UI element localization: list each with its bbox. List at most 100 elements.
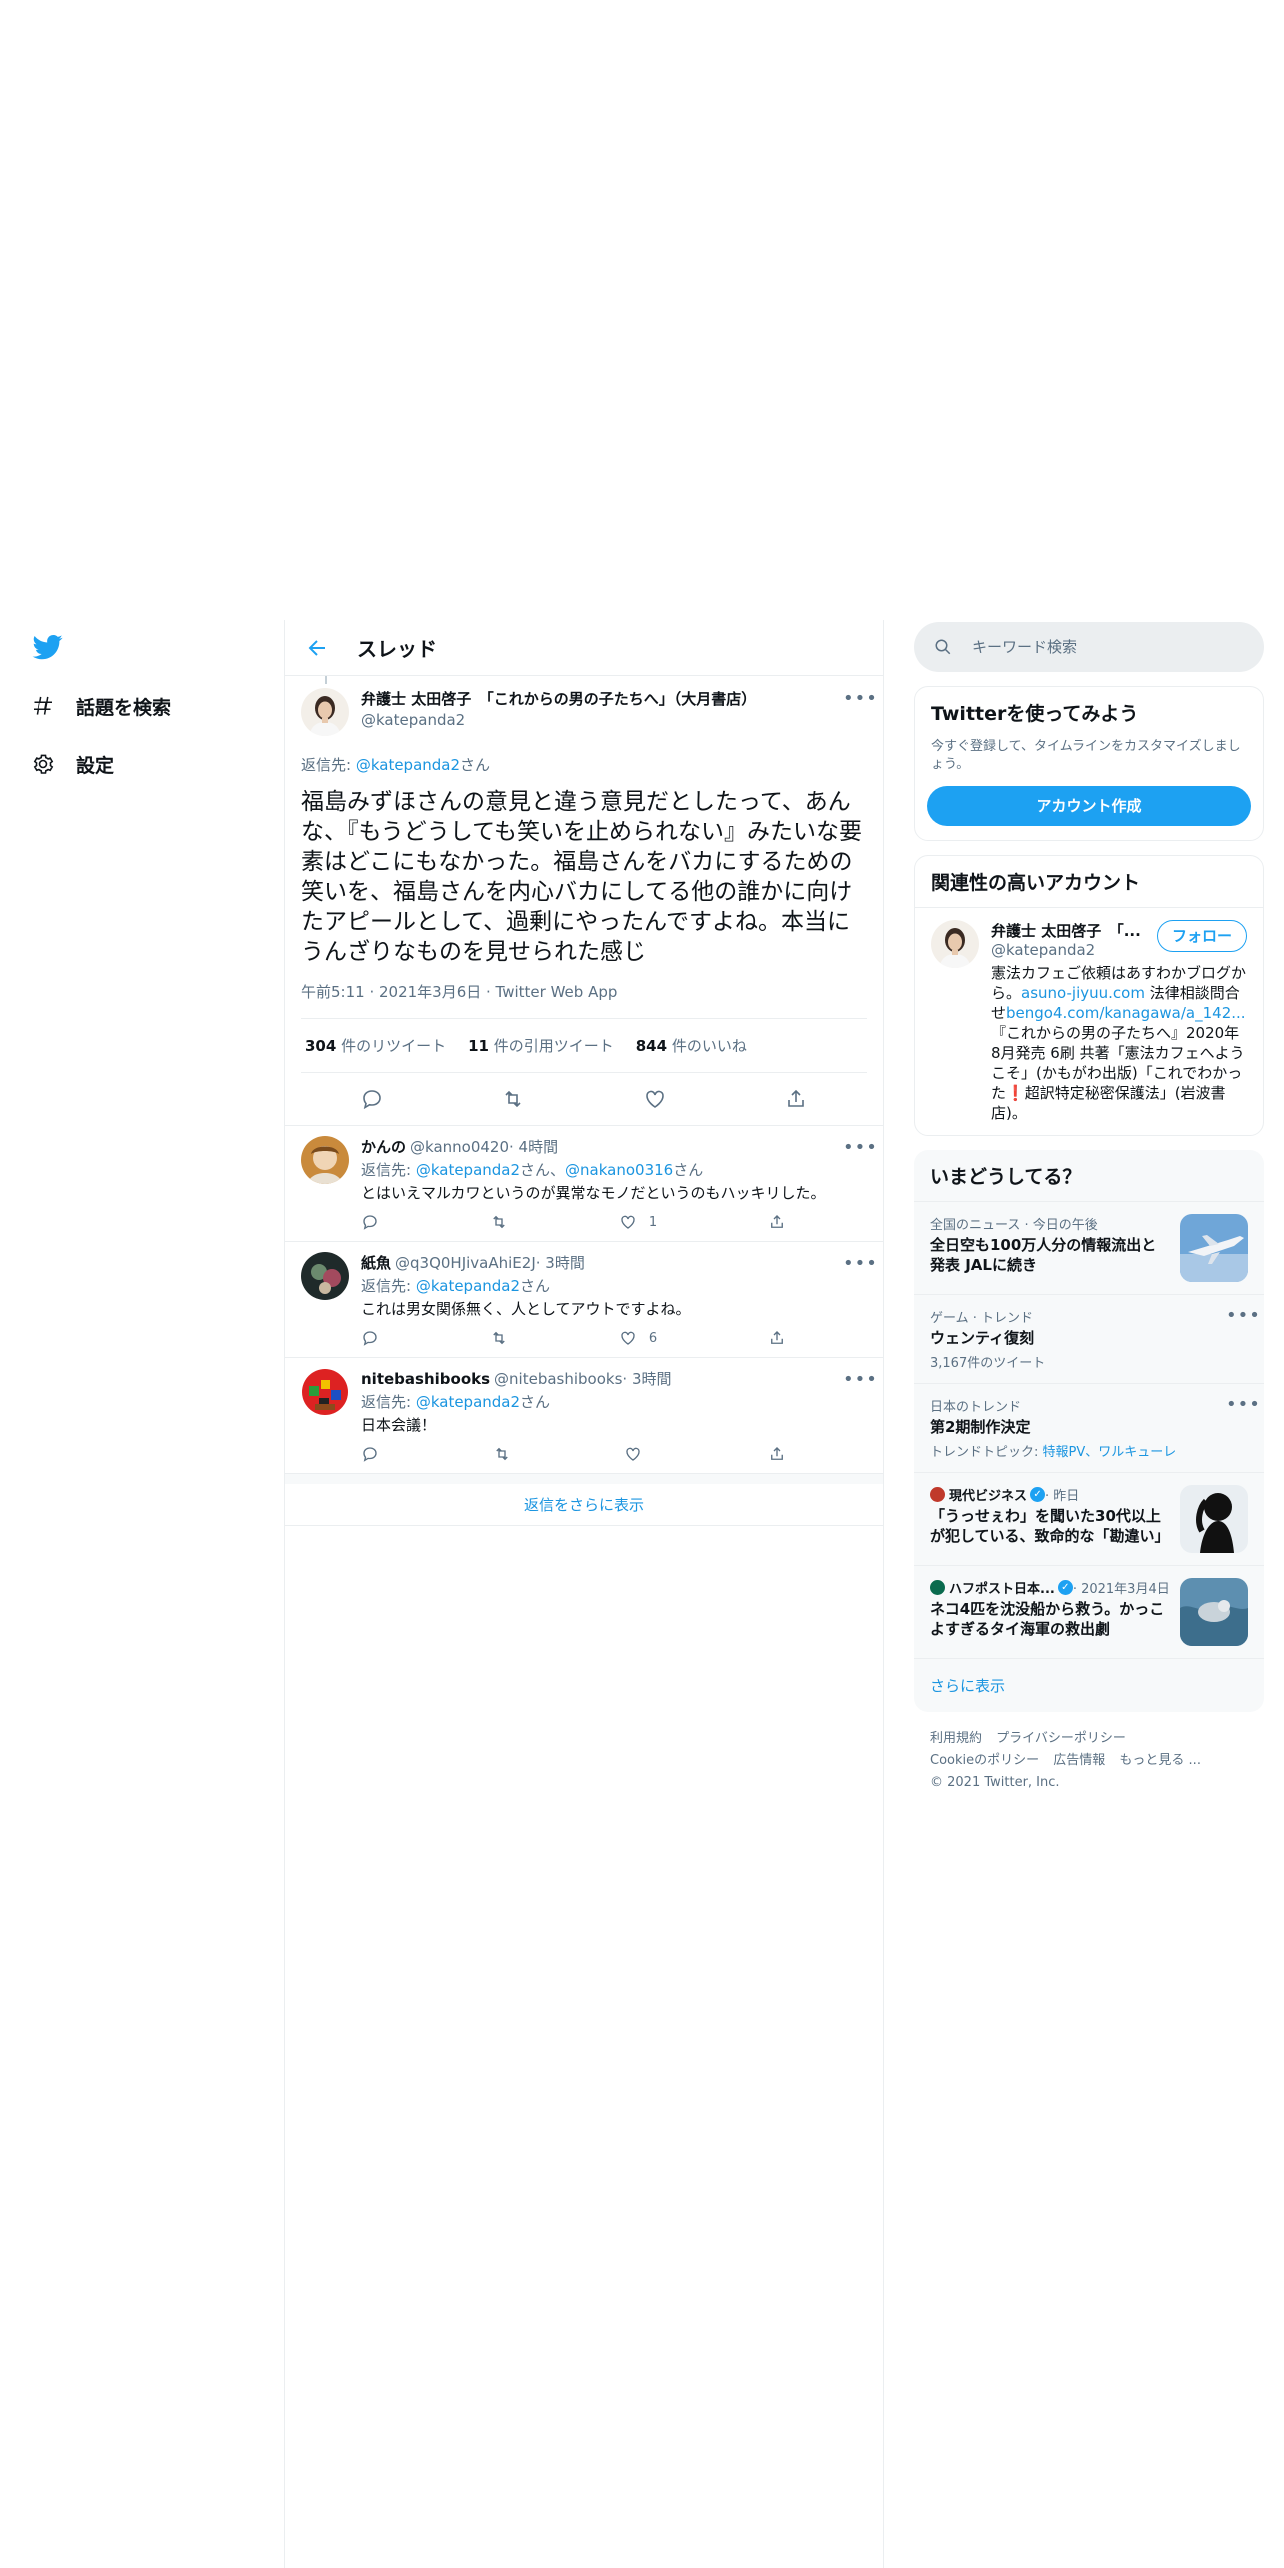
nav-settings[interactable]: 設定	[30, 744, 114, 784]
trend-title: 全日空も100万人分の情報流出と発表 JALに続き	[930, 1236, 1157, 1274]
trend-item[interactable]: 現代ビジネス ✓ · 昨日 「うっせぇわ」を聞いた30代以上が犯している、致命的な…	[914, 1472, 1264, 1565]
trend-title: ウェンティ復刻	[930, 1329, 1035, 1347]
retweet-icon	[493, 1331, 505, 1345]
trend-item[interactable]: 全国のニュース · 今日の午後 全日空も100万人分の情報流出と発表 JALに続…	[914, 1201, 1264, 1294]
signup-card: Twitterを使ってみよう 今すぐ登録して、タイムラインをカスタマイズしましょ…	[914, 686, 1264, 841]
reply-time[interactable]: · 3時間	[622, 1368, 671, 1389]
reply-author-handle[interactable]: @q3Q0HJivaAhiE2J	[395, 1254, 536, 1272]
back-arrow-icon[interactable]	[305, 636, 329, 660]
avatar[interactable]	[301, 1368, 349, 1416]
reply-to-link[interactable]: @katepanda2	[416, 1393, 520, 1411]
footer-link-terms[interactable]: 利用規約	[930, 1731, 982, 1746]
like-count-label: 件のいいね	[667, 1037, 747, 1055]
create-account-button[interactable]: アカウント作成	[927, 786, 1251, 826]
reply-button[interactable]	[361, 1445, 379, 1463]
reply-button[interactable]	[361, 1329, 379, 1347]
like-count[interactable]: 844 件のいいね	[636, 1035, 747, 1056]
reply-to-link[interactable]: @nakano0316	[565, 1161, 673, 1179]
bio-link[interactable]: bengo4.com/kanagawa/a_142...	[1006, 1004, 1246, 1022]
search-bar[interactable]	[914, 622, 1264, 672]
reply-author-name[interactable]: 紙魚	[361, 1252, 391, 1273]
hashtag-icon	[30, 693, 56, 719]
avatar[interactable]	[301, 1252, 349, 1300]
tweet-timestamp[interactable]: 午前5:11 · 2021年3月6日 · Twitter Web App	[301, 981, 867, 1019]
reply-time[interactable]: · 3時間	[536, 1252, 585, 1273]
reply-author-name[interactable]: nitebashibooks	[361, 1370, 490, 1388]
retweet-icon	[493, 1215, 505, 1229]
footer-link-privacy[interactable]: プライバシーポリシー	[996, 1731, 1126, 1746]
tweet-author-handle[interactable]: @katepanda2	[361, 711, 843, 729]
retweet-button[interactable]	[490, 1213, 508, 1231]
related-account-bio: 憲法カフェご依頼はあすわかブログから。asuno-jiyuu.com 法律相談問…	[991, 963, 1247, 1123]
avatar[interactable]	[301, 688, 349, 736]
reply-to-line: 返信先: @katepanda2さん	[301, 754, 867, 775]
share-button[interactable]	[768, 1213, 786, 1231]
reply-tweet[interactable]: nitebashibooks @nitebashibooks · 3時間 •••…	[285, 1358, 883, 1474]
more-options-icon[interactable]: •••	[843, 1253, 877, 1274]
reply-to-suffix: さん	[460, 756, 491, 774]
silhouette-thumbnail	[1180, 1485, 1248, 1553]
reply-icon[interactable]	[360, 1087, 384, 1111]
reply-tweet[interactable]: かんの @kanno0420 · 4時間 ••• 返信先: @katepanda…	[285, 1126, 883, 1242]
like-icon	[626, 1447, 640, 1461]
share-button[interactable]	[768, 1445, 786, 1463]
more-options-icon[interactable]: •••	[843, 1137, 877, 1158]
nav-explore[interactable]: 話題を検索	[30, 686, 171, 726]
footer-link-ads[interactable]: 広告情報	[1053, 1753, 1105, 1768]
more-options-icon[interactable]: •••	[1226, 1305, 1260, 1326]
sea-rescue-thumbnail	[1180, 1578, 1248, 1646]
retweet-button[interactable]	[490, 1329, 508, 1347]
like-button[interactable]	[624, 1445, 654, 1463]
bio-link[interactable]: asuno-jiyuu.com	[1021, 984, 1145, 1002]
trend-item[interactable]: 日本のトレンド 第2期制作決定 トレンドトピック: 特報PV、ワルキューレ ••…	[914, 1383, 1264, 1472]
related-account-name[interactable]: 弁護士 太田啓子 「...	[991, 920, 1151, 941]
retweet-count-value: 304	[305, 1037, 337, 1055]
retweet-icon[interactable]	[501, 1087, 525, 1111]
share-button[interactable]	[768, 1329, 786, 1347]
more-options-icon[interactable]: •••	[843, 688, 877, 709]
like-button[interactable]: 6	[619, 1329, 657, 1347]
show-more-replies-button[interactable]: 返信をさらに表示	[285, 1474, 883, 1526]
twitter-logo-icon[interactable]	[30, 632, 66, 662]
reply-time[interactable]: · 4時間	[509, 1136, 558, 1157]
retweet-count[interactable]: 304 件のリツイート	[305, 1035, 446, 1056]
quote-count[interactable]: 11 件の引用ツイート	[468, 1035, 614, 1056]
search-input[interactable]	[972, 638, 1232, 656]
share-icon	[771, 1215, 783, 1228]
reply-to-suffix: さん	[520, 1277, 551, 1295]
retweet-button[interactable]	[493, 1445, 511, 1463]
trends-show-more-link[interactable]: さらに表示	[914, 1658, 1264, 1712]
related-account[interactable]: 弁護士 太田啓子 「... @katepanda2 フォロー 憲法カフェご依頼は…	[915, 908, 1263, 1135]
source-icon	[930, 1487, 945, 1502]
avatar[interactable]	[301, 1136, 349, 1184]
trend-topic-link[interactable]: 特報PV、ワルキューレ	[1043, 1445, 1177, 1460]
footer-link-more[interactable]: もっと見る ...	[1119, 1753, 1201, 1768]
share-icon[interactable]	[784, 1087, 808, 1111]
reply-author-handle[interactable]: @nitebashibooks	[494, 1370, 622, 1388]
reply-author-handle[interactable]: @kanno0420	[410, 1138, 509, 1156]
more-options-icon[interactable]: •••	[1226, 1394, 1260, 1415]
trend-source: ハフポスト日本...	[949, 1582, 1055, 1597]
like-icon[interactable]	[643, 1087, 667, 1111]
tweet-author-name[interactable]: 弁護士 太田啓子 「これからの男の子たちへ」（大月書店）	[361, 688, 843, 709]
reply-to-link[interactable]: @katepanda2	[416, 1161, 520, 1179]
like-icon	[621, 1331, 635, 1345]
reply-text: 日本会議！	[361, 1416, 437, 1434]
footer-link-cookies[interactable]: Cookieのポリシー	[930, 1753, 1039, 1768]
follow-button[interactable]: フォロー	[1156, 920, 1247, 952]
more-options-icon[interactable]: •••	[843, 1369, 877, 1390]
reply-tweet[interactable]: 紙魚 @q3Q0HJivaAhiE2J · 3時間 ••• 返信先: @kate…	[285, 1242, 883, 1358]
trend-tweet-count: 3,167件のツイート	[930, 1356, 1046, 1371]
like-button[interactable]: 1	[619, 1213, 657, 1231]
related-account-handle[interactable]: @katepanda2	[991, 941, 1151, 959]
share-icon	[771, 1447, 783, 1460]
reply-button[interactable]	[361, 1213, 379, 1231]
trend-item[interactable]: ハフポスト日本... ✓ · 2021年3月4日 ネコ4匹を沈没船から救う。かっこ…	[914, 1565, 1264, 1658]
avatar[interactable]	[931, 920, 979, 968]
reply-to-link[interactable]: @katepanda2	[416, 1277, 520, 1295]
reply-author-name[interactable]: かんの	[361, 1136, 406, 1157]
trend-item[interactable]: ゲーム · トレンド ウェンティ復刻 3,167件のツイート •••	[914, 1294, 1264, 1383]
reply-to-suffix: さん	[520, 1393, 551, 1411]
reply-to-link[interactable]: @katepanda2	[356, 756, 460, 774]
trend-title: 「うっせぇわ」を聞いた30代以上が犯している、致命的な「勘違い」	[930, 1507, 1170, 1545]
